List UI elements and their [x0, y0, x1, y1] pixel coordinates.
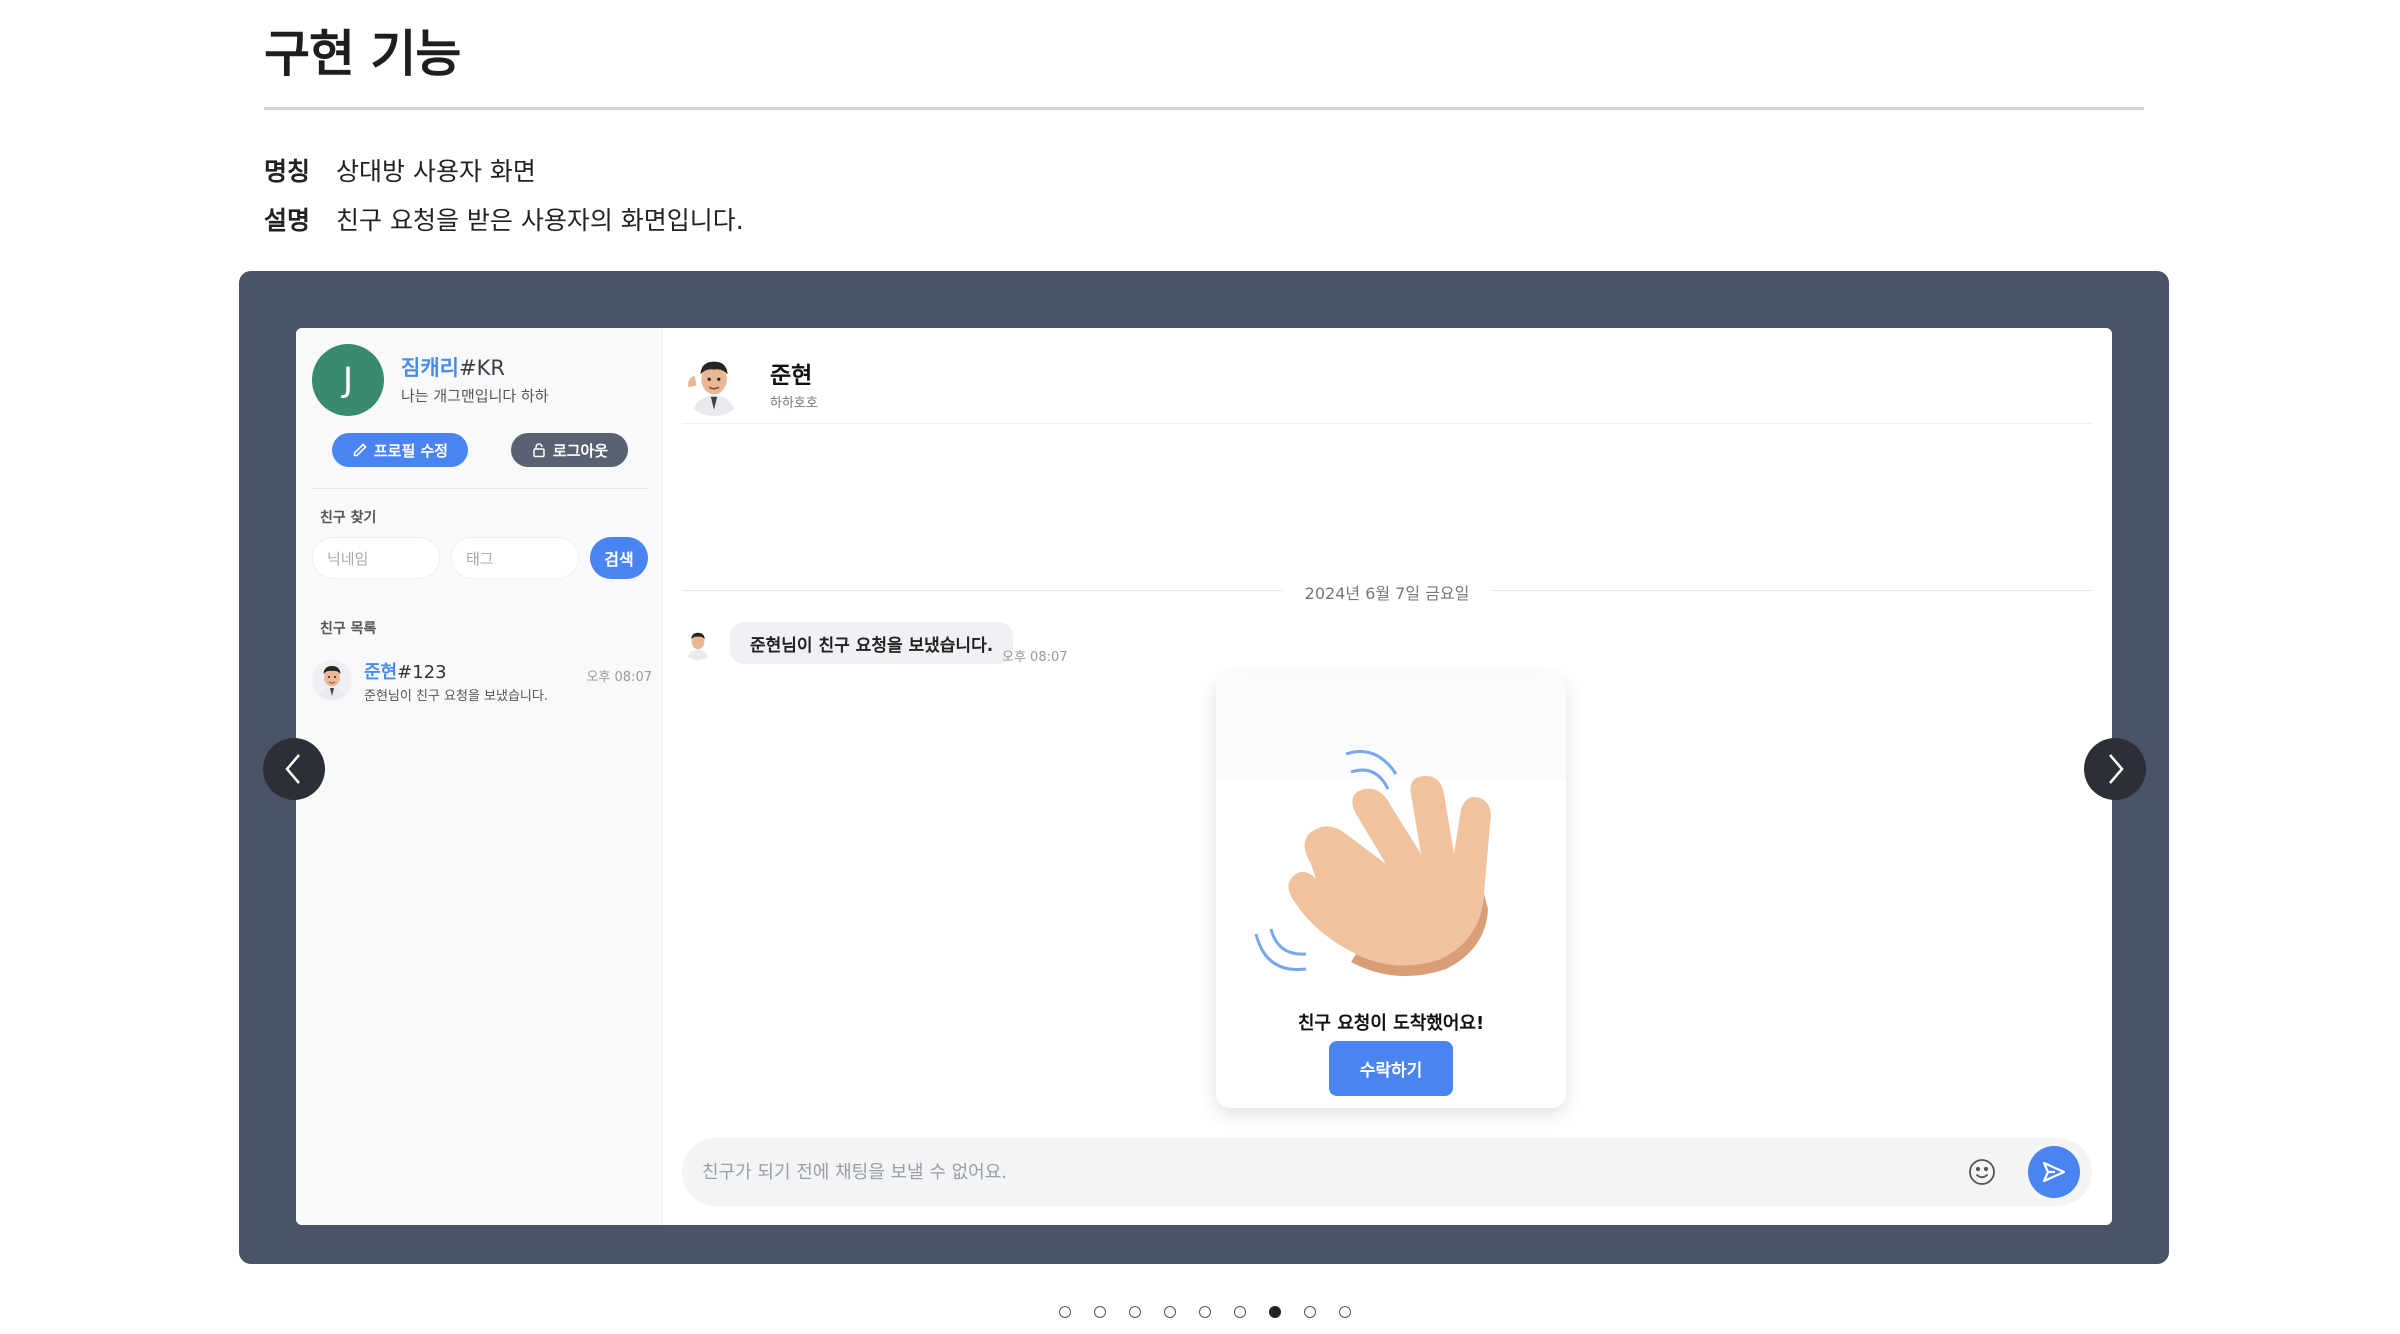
meta-value: 상대방 사용자 화면 [336, 157, 536, 186]
carousel-dot[interactable] [1129, 1306, 1141, 1318]
message-row: 준현님이 친구 요청을 보냈습니다. 오후 08:07 [682, 622, 1282, 666]
date-separator: 2024년 6월 7일 금요일 [682, 578, 2092, 603]
chevron-left-icon [285, 754, 300, 784]
carousel-pagination [0, 1306, 2400, 1320]
logout-label: 로그아웃 [552, 441, 609, 460]
chat-partner-name: 준현 [770, 363, 813, 389]
friend-last-message: 준현님이 친구 요청을 보냈습니다. [364, 689, 548, 704]
find-friends-label: 친구 찾기 [320, 510, 377, 526]
accept-button[interactable]: 수락하기 [1329, 1041, 1453, 1096]
chat-partner-status: 하하호호 [770, 396, 818, 411]
message-input[interactable] [702, 1138, 1902, 1206]
carousel-dot[interactable] [1164, 1306, 1176, 1318]
request-title: 친구 요청이 도착했어요! [1297, 1013, 1485, 1034]
meta-value: 친구 요청을 받은 사용자의 화면입니다. [336, 206, 744, 235]
user-tag: #KR [458, 356, 505, 380]
app-screenshot: J 짐캐리#KR 나는 개그맨입니다 하하 프로필 수정 로그아웃 친구 찾기 … [296, 328, 2112, 1225]
avatar: J [312, 344, 384, 416]
carousel-prev-button[interactable] [263, 738, 325, 800]
friend-avatar [312, 660, 352, 700]
sidebar-divider [312, 488, 648, 489]
friend-nickname: 준현 [364, 662, 398, 683]
meta-key: 명칭 [264, 157, 311, 186]
page-title: 구현 기능 [264, 25, 461, 83]
title-divider [264, 107, 2144, 110]
my-profile-name: 짐캐리#KR [401, 352, 505, 382]
logout-button[interactable]: 로그아웃 [511, 433, 628, 467]
search-button[interactable]: 검색 [590, 537, 648, 579]
send-icon [2042, 1161, 2066, 1183]
pencil-icon [353, 443, 367, 457]
friend-request-card: 친구 요청이 도착했어요! 수락하기 [1216, 674, 1566, 1108]
chat-header: 준현 하하호호 [682, 344, 2092, 424]
edit-profile-label: 프로필 수정 [373, 441, 449, 460]
edit-profile-button[interactable]: 프로필 수정 [332, 433, 468, 467]
friend-tag: #123 [397, 662, 447, 683]
carousel-dot[interactable] [1304, 1306, 1316, 1318]
message-bubble: 준현님이 친구 요청을 보냈습니다. [730, 622, 1014, 664]
carousel-dot[interactable] [1199, 1306, 1211, 1318]
carousel-dot[interactable] [1234, 1306, 1246, 1318]
wave-hand-icon [1254, 750, 1491, 977]
lock-icon [533, 443, 545, 458]
friend-list-label: 친구 목록 [320, 621, 377, 637]
partner-avatar [682, 352, 746, 416]
message-time: 오후 08:07 [1002, 650, 1068, 665]
carousel-dot[interactable] [1094, 1306, 1106, 1318]
meta-row-description: 설명 친구 요청을 받은 사용자의 화면입니다. [264, 201, 744, 237]
meta-key: 설명 [264, 206, 311, 235]
nickname-input[interactable]: 닉네임 [312, 537, 440, 579]
chevron-right-icon [2109, 754, 2124, 784]
user-status-message: 나는 개그맨입니다 하하 [401, 387, 549, 405]
date-line-right [1492, 590, 2092, 591]
friend-last-time: 오후 08:07 [586, 670, 652, 685]
sidebar: J 짐캐리#KR 나는 개그맨입니다 하하 프로필 수정 로그아웃 친구 찾기 … [296, 328, 663, 1225]
date-separator-text: 2024년 6월 7일 금요일 [1304, 584, 1470, 603]
message-avatar [682, 628, 714, 660]
carousel-dot[interactable] [1059, 1306, 1071, 1318]
carousel-next-button[interactable] [2084, 738, 2146, 800]
message-composer [682, 1138, 2092, 1206]
meta-row-name: 명칭 상대방 사용자 화면 [264, 152, 536, 188]
friend-list-item[interactable]: 준현#123 준현님이 친구 요청을 보냈습니다. 오후 08:07 [312, 654, 652, 710]
carousel-dot[interactable] [1339, 1306, 1351, 1318]
tag-input[interactable]: 태그 [451, 537, 579, 579]
friend-name: 준현#123 [364, 658, 447, 684]
smile-icon[interactable] [1966, 1156, 1998, 1188]
carousel-dot[interactable] [1269, 1306, 1281, 1318]
send-button[interactable] [2028, 1146, 2080, 1198]
user-name: 짐캐리 [401, 356, 459, 380]
